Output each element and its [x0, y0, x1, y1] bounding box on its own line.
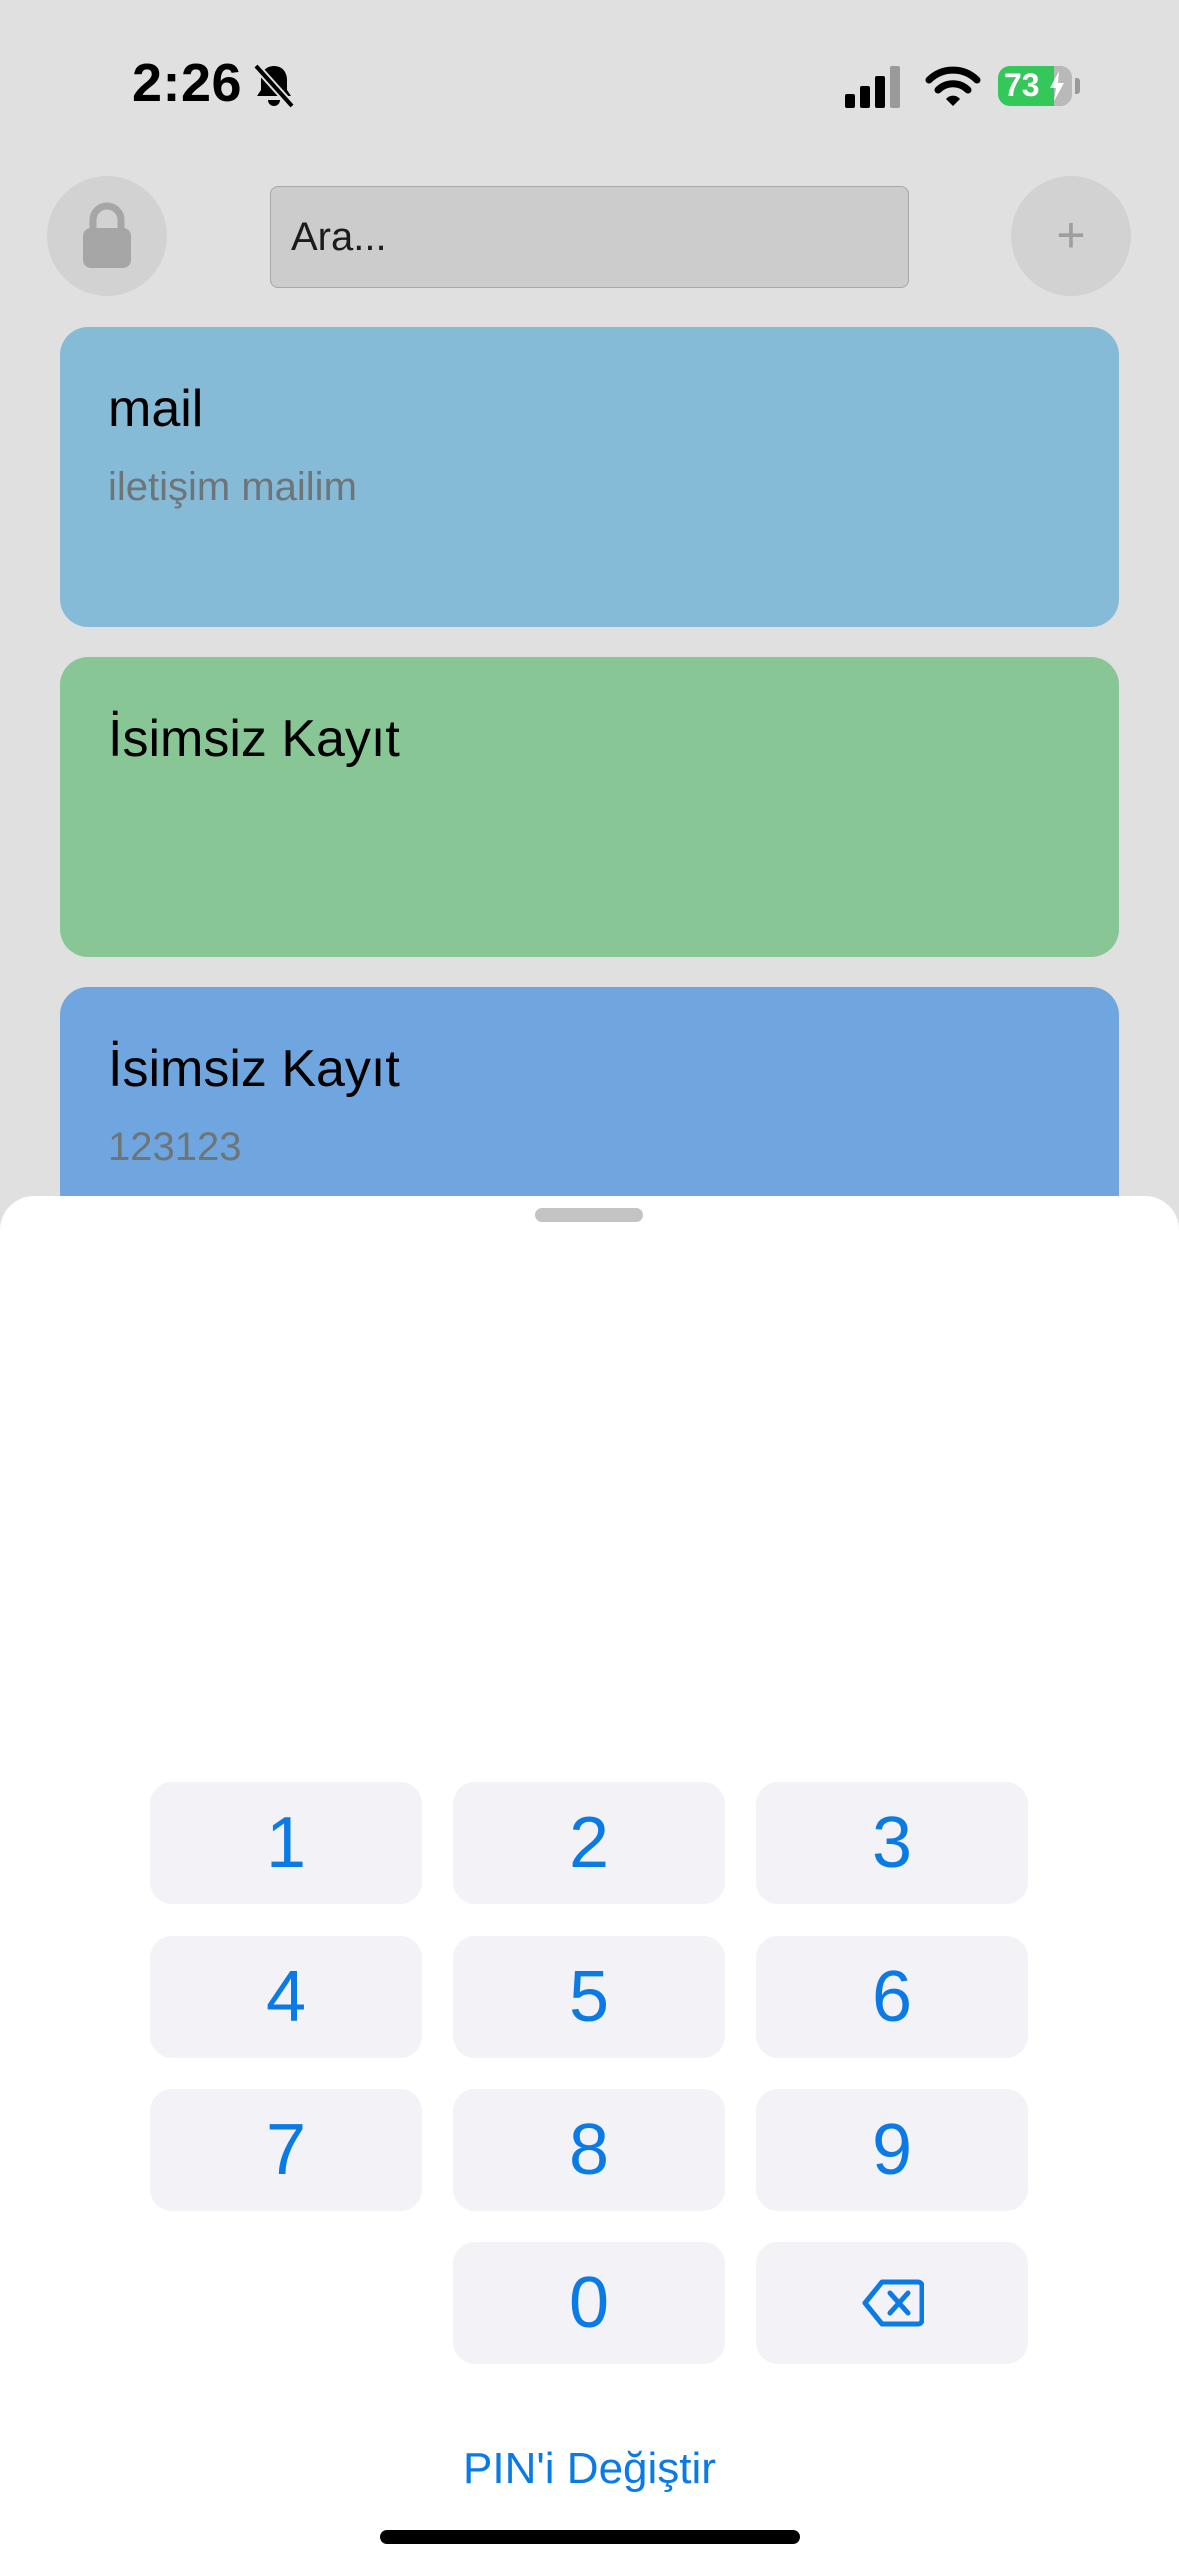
battery-icon: 73: [998, 66, 1072, 106]
keypad-key-6[interactable]: 6: [756, 1936, 1028, 2058]
add-note-button[interactable]: +: [1011, 176, 1131, 296]
lock-button[interactable]: [47, 176, 167, 296]
note-title: mail: [108, 380, 204, 438]
note-subtitle: iletişim mailim: [108, 465, 357, 509]
keypad-key-3[interactable]: 3: [756, 1782, 1028, 1904]
note-title: İsimsiz Kayıt: [108, 710, 400, 768]
pin-bottom-sheet: 1 2 3 4 5 6 7 8 9 0 PIN'i Değiştir: [0, 1196, 1179, 2556]
keypad-key-7[interactable]: 7: [150, 2089, 422, 2211]
note-card-untitled[interactable]: İsimsiz Kayıt: [60, 657, 1119, 957]
keypad-delete-button[interactable]: [756, 2242, 1028, 2364]
note-title: İsimsiz Kayıt: [108, 1040, 400, 1098]
home-indicator: [380, 2530, 800, 2544]
bell-muted-icon: [253, 63, 295, 108]
lock-icon: [83, 202, 131, 268]
keypad-key-0[interactable]: 0: [453, 2242, 725, 2364]
note-card-mail[interactable]: mail iletişim mailim: [60, 327, 1119, 627]
charging-bolt-icon: [1050, 71, 1064, 101]
battery-nub: [1075, 78, 1080, 94]
keypad-key-8[interactable]: 8: [453, 2089, 725, 2211]
backspace-icon: [862, 2279, 924, 2327]
cellular-signal-icon: [845, 66, 900, 108]
keypad-key-4[interactable]: 4: [150, 1936, 422, 2058]
keypad-key-1[interactable]: 1: [150, 1782, 422, 1904]
keypad-key-2[interactable]: 2: [453, 1782, 725, 1904]
sheet-grabber[interactable]: [535, 1208, 643, 1222]
wifi-icon: [925, 66, 981, 106]
note-subtitle: 123123: [108, 1125, 242, 1169]
status-time: 2:26: [132, 53, 243, 113]
search-input[interactable]: [270, 186, 909, 288]
keypad-key-5[interactable]: 5: [453, 1936, 725, 2058]
battery-level: 73: [1004, 67, 1040, 103]
change-pin-link[interactable]: PIN'i Değiştir: [0, 2444, 1179, 2494]
status-bar: 2:26 73: [0, 0, 1179, 170]
keypad-key-9[interactable]: 9: [756, 2089, 1028, 2211]
